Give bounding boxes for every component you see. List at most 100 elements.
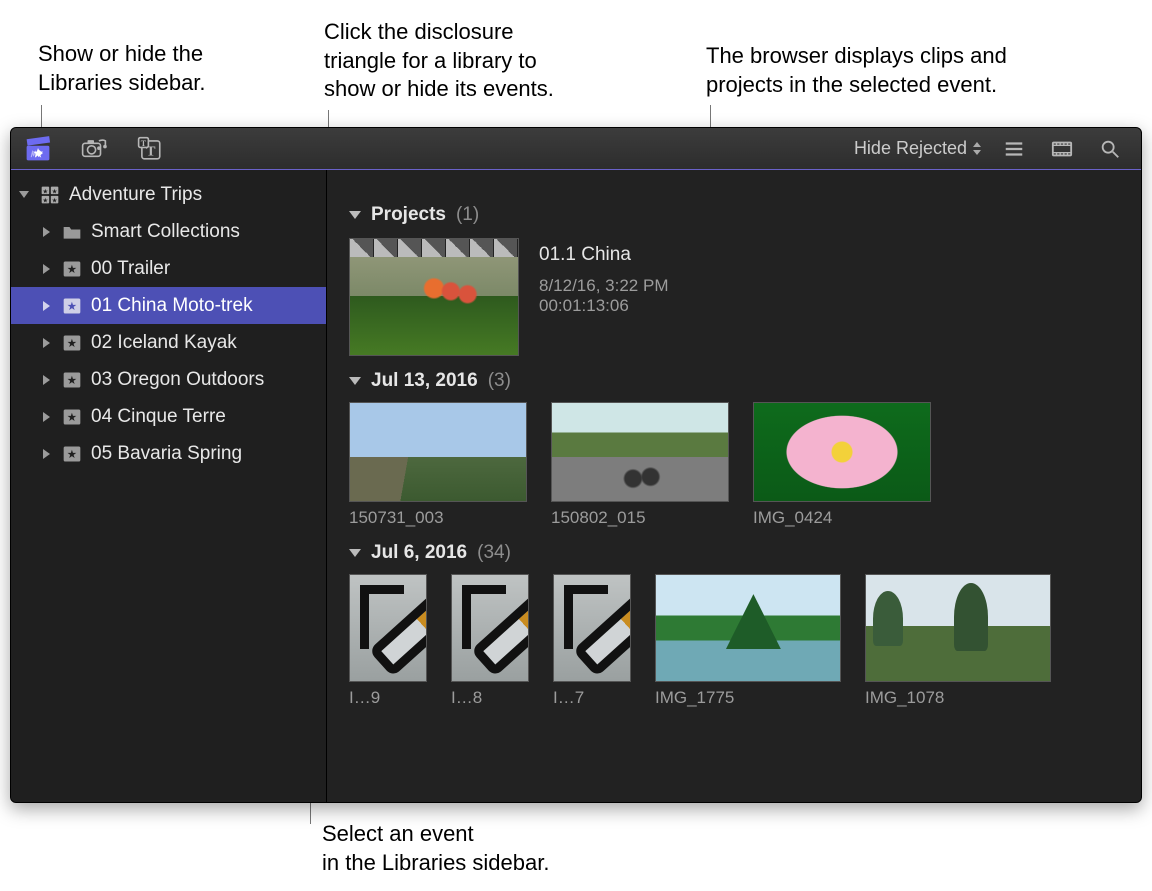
project-thumbnail[interactable] [349,238,519,356]
chevron-down-icon [349,549,361,557]
clip-label: I…9 [349,688,427,708]
disclosure-triangle[interactable] [39,447,53,461]
group-title: Projects [371,204,446,226]
clip-thumbnail[interactable] [349,402,527,502]
project-duration: 00:01:13:06 [539,296,668,316]
clip-label: 150802_015 [551,508,729,528]
svg-text:★: ★ [52,196,58,204]
sidebar-item-event[interactable]: ★ 00 Trailer [11,250,326,287]
list-view-button[interactable] [999,134,1029,164]
titles-generators-sidebar-button[interactable]: T T [135,134,165,164]
svg-text:★: ★ [67,374,77,387]
sidebar-item-smart-collections[interactable]: Smart Collections [11,213,326,250]
svg-text:★: ★ [67,448,77,461]
clip-item[interactable]: IMG_1775 [655,574,841,708]
library-icon: ★★★★ [39,184,61,206]
project-date: 8/12/16, 3:22 PM [539,276,668,296]
clip-item[interactable]: 150802_015 [551,402,729,528]
disclosure-triangle[interactable] [39,262,53,276]
clip-thumbnail[interactable] [551,402,729,502]
svg-text:★: ★ [67,411,77,424]
clip-label: I…7 [553,688,631,708]
svg-text:★: ★ [67,337,77,350]
thumbnail-image [350,257,518,355]
clip-item[interactable]: I…7 [553,574,631,708]
filmstrip-icon [1051,138,1073,160]
project-item[interactable]: 01.1 China 8/12/16, 3:22 PM 00:01:13:06 [349,238,1121,356]
group-count: (34) [477,542,511,564]
clip-thumbnail[interactable] [553,574,631,682]
group-title: Jul 6, 2016 [371,542,467,564]
libraries-sidebar: ★★★★ Adventure Trips Smart Collections ★… [11,170,327,802]
project-title: 01.1 China [539,244,668,266]
sidebar-item-event[interactable]: ★ 05 Bavaria Spring [11,435,326,472]
event-icon: ★ [61,443,83,465]
clapperboard-icon: ★ [25,136,51,162]
sidebar-item-label: 01 China Moto-trek [91,295,253,317]
sidebar-item-label: 03 Oregon Outdoors [91,369,264,391]
group-header-projects[interactable]: Projects (1) [349,204,1121,226]
svg-text:★: ★ [67,263,77,276]
clip-label: IMG_1078 [865,688,1051,708]
clip-label: 150731_003 [349,508,527,528]
folder-icon [61,221,83,243]
callout-select-event: Select an event in the Libraries sidebar… [322,820,549,877]
clip-filter-dropdown[interactable]: Hide Rejected [854,138,981,159]
clip-label: I…8 [451,688,529,708]
stepper-icon [973,142,981,155]
group-header-date[interactable]: Jul 6, 2016 (34) [349,542,1121,564]
group-title: Jul 13, 2016 [371,370,478,392]
chevron-down-icon [349,211,361,219]
sidebar-item-label: 02 Iceland Kayak [91,332,237,354]
clip-item[interactable]: I…8 [451,574,529,708]
event-icon: ★ [61,332,83,354]
clip-thumbnail[interactable] [349,574,427,682]
search-button[interactable] [1095,134,1125,164]
clip-thumbnail[interactable] [451,574,529,682]
clip-item[interactable]: I…9 [349,574,427,708]
clip-item[interactable]: IMG_1078 [865,574,1051,708]
group-header-date[interactable]: Jul 13, 2016 (3) [349,370,1121,392]
chevron-down-icon [349,377,361,385]
app-window: ★ T T [10,127,1142,803]
sidebar-item-event[interactable]: ★ 04 Cinque Terre [11,398,326,435]
clip-thumbnail[interactable] [655,574,841,682]
titles-icon: T T [137,136,163,162]
clip-row: I…9 I…8 I…7 IMG_1775 IMG_1078 [349,574,1121,708]
sidebar-item-event-selected[interactable]: ★ 01 China Moto-trek [11,287,326,324]
event-icon: ★ [61,406,83,428]
libraries-sidebar-toggle-button[interactable]: ★ [23,134,53,164]
clip-thumbnail[interactable] [753,402,931,502]
clip-item[interactable]: IMG_0424 [753,402,931,528]
clip-appearance-button[interactable] [1047,134,1077,164]
disclosure-triangle[interactable] [39,336,53,350]
project-metadata: 01.1 China 8/12/16, 3:22 PM 00:01:13:06 [539,238,668,356]
search-icon [1099,138,1121,160]
clip-thumbnail[interactable] [865,574,1051,682]
svg-text:★: ★ [42,196,48,204]
event-icon: ★ [61,369,83,391]
toolbar-left-group: ★ T T [19,134,165,164]
clip-row: 150731_003 150802_015 IMG_0424 [349,402,1121,528]
svg-text:★: ★ [42,187,48,195]
sidebar-library-row[interactable]: ★★★★ Adventure Trips [11,176,326,213]
group-count: (1) [456,204,479,226]
sidebar-item-event[interactable]: ★ 02 Iceland Kayak [11,324,326,361]
library-name-label: Adventure Trips [69,184,202,206]
sidebar-item-event[interactable]: ★ 03 Oregon Outdoors [11,361,326,398]
svg-text:★: ★ [33,148,43,160]
event-icon: ★ [61,295,83,317]
svg-text:★: ★ [67,300,77,313]
disclosure-triangle[interactable] [39,410,53,424]
disclosure-triangle[interactable] [39,299,53,313]
clip-browser: Projects (1) 01.1 China 8/12/16, 3:22 PM… [327,170,1141,802]
photos-audio-sidebar-button[interactable] [79,134,109,164]
camera-music-icon [81,136,107,162]
clip-item[interactable]: 150731_003 [349,402,527,528]
clapperboard-stripe-icon [350,239,518,257]
disclosure-triangle[interactable] [39,373,53,387]
group-count: (3) [488,370,511,392]
disclosure-triangle[interactable] [17,188,31,202]
disclosure-triangle[interactable] [39,225,53,239]
clip-label: IMG_0424 [753,508,931,528]
